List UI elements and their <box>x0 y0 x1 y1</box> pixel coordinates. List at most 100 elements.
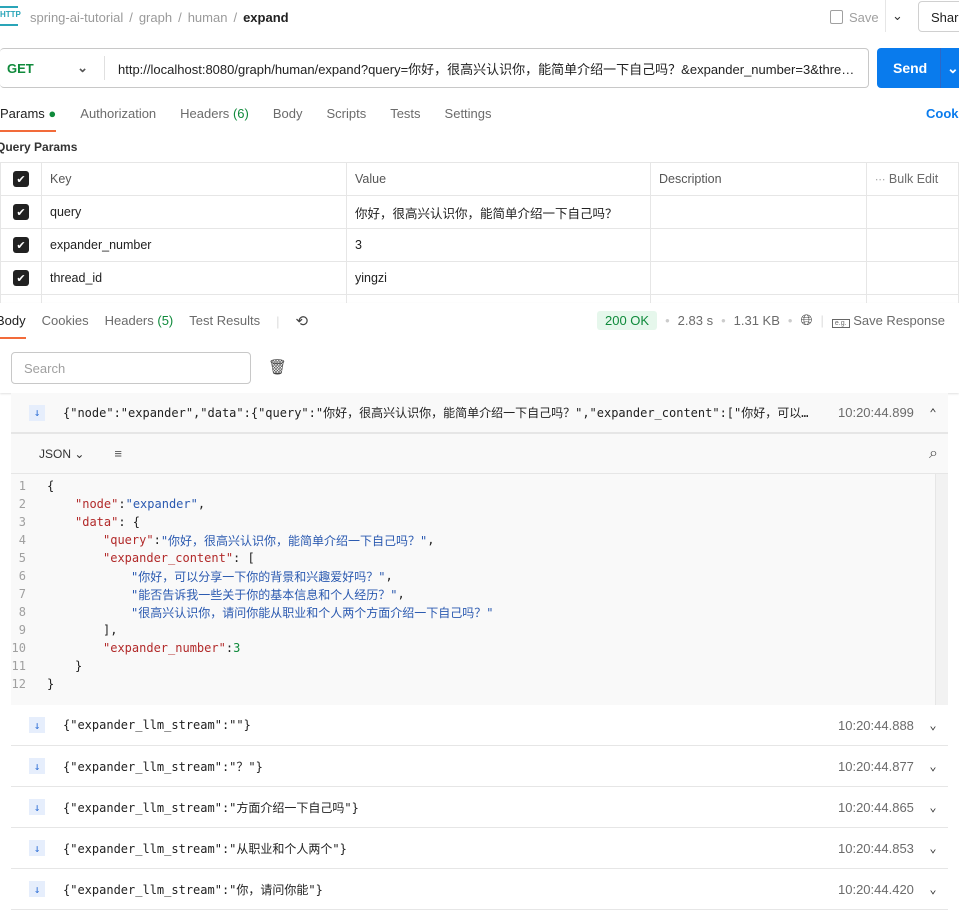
code-token: , <box>397 587 405 601</box>
chevron-down-icon[interactable]: ⌄ <box>918 718 948 732</box>
line-number: 6 <box>18 569 26 583</box>
format-select[interactable]: JSON ⌄ <box>39 447 84 461</box>
line-number: 12 <box>11 677 26 691</box>
event-item[interactable]: ↓ {"expander_llm_stream":"你，请问你能"} 10:20:4… <box>11 869 948 910</box>
cookies-link[interactable]: Cookies <box>926 106 959 121</box>
request-name[interactable]: expand <box>243 10 289 25</box>
column-value: Value <box>346 162 651 196</box>
code-token: "query" <box>103 533 154 547</box>
save-button[interactable]: Save <box>830 8 879 26</box>
param-value[interactable]: 3 <box>346 228 651 262</box>
code-token: "node" <box>75 497 119 511</box>
code-line: 5 "expander_content": [ <box>11 549 935 567</box>
save-response-button[interactable]: e.g. Save Response <box>831 313 945 328</box>
code-token: "能否告诉我一些关于你的基本信息和个人经历？" <box>131 587 398 602</box>
code-token: ], <box>103 623 118 637</box>
query-params-title: Query Params <box>0 140 78 154</box>
breadcrumb-item[interactable]: spring-ai-tutorial <box>30 10 123 25</box>
search-icon[interactable]: ⌕ <box>929 445 938 463</box>
tab-tests[interactable]: Tests <box>390 106 420 122</box>
history-icon[interactable]: ⟲ <box>295 312 308 330</box>
arrow-down-icon: ↓ <box>29 840 45 856</box>
tab-headers[interactable]: Headers (6) <box>180 106 249 122</box>
code-token: "data" <box>75 515 119 529</box>
row-checkbox[interactable]: ✔ <box>13 204 29 220</box>
tab-response-headers[interactable]: Headers (5) <box>105 313 174 329</box>
line-number: 10 <box>11 641 26 655</box>
param-key[interactable]: thread_id <box>41 261 347 295</box>
method-select[interactable]: GET ⌄ <box>0 56 105 80</box>
code-token: , <box>197 497 206 511</box>
code-line: 7 "能否告诉我一些关于你的基本信息和个人经历？", <box>11 585 935 603</box>
select-all-checkbox[interactable]: ✔ <box>13 171 29 187</box>
tab-test-results[interactable]: Test Results <box>189 313 260 329</box>
response-tabs: Body Cookies Headers (5) Test Results | … <box>0 312 308 339</box>
code-line: 1{ <box>11 477 935 495</box>
row-checkbox[interactable]: ✔ <box>13 270 29 286</box>
chevron-down-icon[interactable]: ⌄ <box>918 841 948 855</box>
param-description[interactable] <box>650 195 867 229</box>
breadcrumb-item[interactable]: human <box>188 10 228 25</box>
chevron-down-icon[interactable]: ⌄ <box>918 759 948 773</box>
trash-icon[interactable]: 🗑︎ <box>268 358 287 376</box>
param-description[interactable] <box>650 261 867 295</box>
column-description: Description <box>650 162 867 196</box>
column-key: Key <box>41 162 347 196</box>
chevron-up-icon[interactable]: ⌃ <box>918 406 948 420</box>
tab-settings[interactable]: Settings <box>445 106 492 122</box>
code-line: 3 "data": { <box>11 513 935 531</box>
event-item[interactable]: ↓ {"expander_llm_stream":"方面介绍一下自己吗"} 10:2… <box>11 787 948 828</box>
code-line: 4 "query": "你好，很高兴认识你，能简单介绍一下自己吗？", <box>11 531 935 549</box>
line-number: 9 <box>18 623 26 637</box>
scrollbar[interactable] <box>935 474 948 705</box>
search-input[interactable]: Search <box>11 352 251 384</box>
event-item[interactable]: ↓ {"expander_llm_stream":"从职业和个人两个"} 10:20… <box>11 828 948 869</box>
chevron-down-icon[interactable]: ⌄ <box>918 800 948 814</box>
send-button[interactable]: Send ⌄ <box>877 48 959 88</box>
event-time: 10:20:44.888 <box>838 717 914 733</box>
code-token: : <box>118 497 126 511</box>
row-checkbox[interactable]: ✔ <box>13 237 29 253</box>
tab-response-body[interactable]: Body <box>0 313 26 339</box>
param-value[interactable]: yingzi <box>346 261 651 295</box>
line-number: 3 <box>18 515 26 529</box>
url-input[interactable]: http://localhost:8080/graph/human/expand… <box>105 59 868 78</box>
breadcrumb-item[interactable]: graph <box>139 10 172 25</box>
event-text: {"expander_llm_stream":"？"} <box>63 759 263 774</box>
line-number: 1 <box>18 479 26 493</box>
code-token: "expander" <box>125 497 198 511</box>
chevron-down-icon[interactable]: ⌄ <box>918 882 948 896</box>
share-button[interactable]: Share <box>918 1 959 32</box>
tab-response-cookies[interactable]: Cookies <box>42 313 89 329</box>
param-description[interactable] <box>650 228 867 262</box>
tab-scripts[interactable]: Scripts <box>326 106 366 122</box>
code-token: : [ <box>233 551 255 565</box>
globe-icon[interactable]: 🌐︎ <box>800 312 812 329</box>
event-item-expanded[interactable]: ↓ {"node":"expander","data":{"query":"你好… <box>11 393 948 433</box>
param-value[interactable]: 你好，很高兴认识你，能简单介绍一下自己吗？ <box>346 195 651 229</box>
event-text: {"expander_llm_stream":"你，请问你能"} <box>63 882 323 897</box>
param-key[interactable]: expander_number <box>41 228 347 262</box>
line-number: 4 <box>18 533 26 547</box>
request-tabs: Params ● Authorization Headers (6) Body … <box>0 106 492 132</box>
bulk-edit-button[interactable]: ∙∙∙ Bulk Edit <box>866 162 959 196</box>
tab-body[interactable]: Body <box>273 106 303 122</box>
event-item[interactable]: ↓ {"expander_llm_stream":"？"} 10:20:44.877… <box>11 746 948 787</box>
code-token: "你好，可以分享一下你的背景和兴趣爱好吗？" <box>131 569 386 584</box>
event-item[interactable]: ↓ {"expander_llm_stream":""} 10:20:44.888 ⌄ <box>11 705 948 746</box>
http-icon: HTTP <box>0 6 21 26</box>
table-header: ✔ Key Value Description ∙∙∙ Bulk Edit <box>0 162 959 196</box>
code-token: "expander_content" <box>103 551 234 565</box>
event-text: {"expander_llm_stream":"从职业和个人两个"} <box>63 841 347 856</box>
wrap-lines-icon[interactable]: ≡ <box>114 446 122 461</box>
tab-params[interactable]: Params ● <box>0 106 57 132</box>
line-number: 5 <box>18 551 26 565</box>
code-token: : <box>225 641 234 655</box>
tab-authorization[interactable]: Authorization <box>80 106 156 122</box>
save-options-chevron-icon[interactable]: ⌄ <box>892 8 903 24</box>
arrow-down-icon: ↓ <box>29 799 45 815</box>
response-size: 1.31 KB <box>733 312 780 328</box>
code-token: "很高兴认识你，请问你能从职业和个人两个方面介绍一下自己吗？" <box>131 605 494 620</box>
send-options-chevron-icon: ⌄ <box>940 48 959 88</box>
param-key[interactable]: query <box>41 195 347 229</box>
